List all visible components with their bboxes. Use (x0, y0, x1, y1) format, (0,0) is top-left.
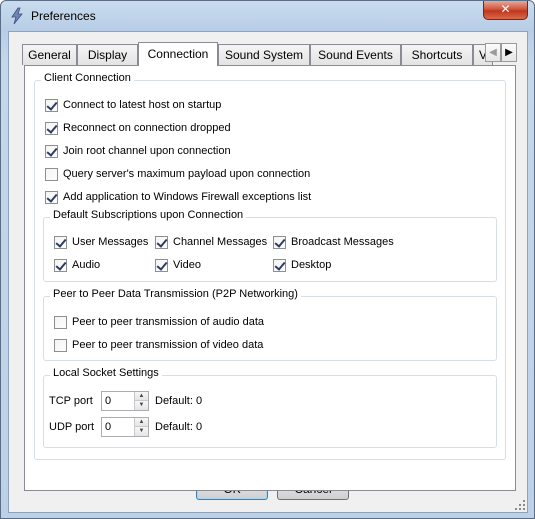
checkbox-label: Desktop (291, 259, 332, 271)
tab-label: Sound System (224, 48, 304, 62)
window-title: Preferences (31, 9, 96, 23)
checkbox-label: Add application to Windows Firewall exce… (63, 191, 312, 203)
checkbox-label: Connect to latest host on startup (63, 99, 222, 111)
tab-label: Display (87, 48, 128, 62)
tab-scroll-left-icon[interactable]: ◀ (485, 43, 501, 62)
tcp-port-spinbox[interactable]: 0 ▲ ▼ (101, 391, 149, 411)
checkbox-box[interactable] (45, 190, 58, 204)
close-icon: ✕ (500, 2, 511, 16)
spin-up-icon[interactable]: ▲ (134, 392, 148, 401)
tab-general[interactable]: General (22, 44, 77, 65)
checkbox-label: Reconnect on connection dropped (63, 122, 231, 134)
checkbox-label: Peer to peer transmission of video data (72, 339, 264, 351)
udp-port-row: UDP port 0 ▲ ▼ Default: 0 (49, 417, 202, 437)
sub-video-checkbox[interactable]: Video (155, 257, 201, 273)
tab-label: General (28, 48, 71, 62)
app-icon (11, 7, 23, 25)
checkbox-box[interactable] (155, 258, 168, 272)
query-max-payload-checkbox[interactable]: Query server's maximum payload upon conn… (45, 166, 310, 182)
udp-port-default: Default: 0 (155, 421, 203, 433)
checkbox-label: Broadcast Messages (291, 236, 394, 248)
udp-port-spinbox[interactable]: 0 ▲ ▼ (101, 417, 149, 437)
checkbox-box[interactable] (45, 98, 58, 112)
local-socket-group: Local Socket Settings TCP port 0 ▲ ▼ Def… (43, 367, 497, 448)
checkbox-label: Video (173, 259, 201, 271)
checkbox-box[interactable] (273, 235, 286, 249)
close-button[interactable]: ✕ (483, 1, 528, 20)
p2p-video-checkbox[interactable]: Peer to peer transmission of video data (54, 337, 263, 353)
client-connection-group: Client Connection Connect to latest host… (34, 72, 506, 460)
checkbox-box[interactable] (273, 258, 286, 272)
checkbox-label: Query server's maximum payload upon conn… (63, 168, 311, 180)
checkbox-box[interactable] (45, 144, 58, 158)
sub-broadcast-messages-checkbox[interactable]: Broadcast Messages (273, 234, 394, 250)
tab-sound-events[interactable]: Sound Events (310, 44, 401, 65)
checkbox-box[interactable] (54, 258, 67, 272)
tab-connection[interactable]: Connection (138, 42, 218, 66)
checkbox-label: User Messages (72, 236, 149, 248)
sub-audio-checkbox[interactable]: Audio (54, 257, 100, 273)
tab-shortcuts[interactable]: Shortcuts (401, 44, 473, 65)
tcp-port-default: Default: 0 (155, 395, 203, 407)
tcp-port-value[interactable]: 0 (105, 395, 111, 407)
tab-sound-system[interactable]: Sound System (218, 44, 310, 65)
tab-scroll-right-icon[interactable]: ▶ (501, 43, 517, 62)
local-socket-legend: Local Socket Settings (50, 367, 162, 379)
default-subscriptions-group: Default Subscriptions upon Connection Us… (43, 209, 497, 282)
spin-down-icon[interactable]: ▼ (134, 427, 148, 436)
sub-user-messages-checkbox[interactable]: User Messages (54, 234, 148, 250)
tab-display[interactable]: Display (77, 44, 138, 65)
join-root-channel-checkbox[interactable]: Join root channel upon connection (45, 143, 231, 159)
dialog-body: General Display Connection Sound System … (8, 31, 528, 513)
checkbox-box[interactable] (54, 315, 67, 329)
checkbox-box[interactable] (45, 167, 58, 181)
resize-grip-icon[interactable] (515, 500, 525, 510)
checkbox-box[interactable] (45, 121, 58, 135)
tab-label: Shortcuts (411, 48, 463, 62)
tab-label: Sound Events (318, 48, 393, 62)
connect-latest-host-checkbox[interactable]: Connect to latest host on startup (45, 97, 221, 113)
spin-up-icon[interactable]: ▲ (134, 418, 148, 427)
tcp-port-row: TCP port 0 ▲ ▼ Default: 0 (49, 391, 202, 411)
tab-label: Connection (147, 47, 209, 61)
sub-channel-messages-checkbox[interactable]: Channel Messages (155, 234, 267, 250)
spin-down-icon[interactable]: ▼ (134, 401, 148, 410)
preferences-window: Preferences ✕ General Display Connection… (0, 0, 535, 519)
reconnect-dropped-checkbox[interactable]: Reconnect on connection dropped (45, 120, 231, 136)
tab-scroll-arrows: ◀ ▶ (485, 43, 517, 62)
p2p-audio-checkbox[interactable]: Peer to peer transmission of audio data (54, 314, 264, 330)
udp-port-value[interactable]: 0 (105, 421, 111, 433)
udp-port-label: UDP port (49, 421, 95, 433)
connection-tab-panel: Client Connection Connect to latest host… (24, 65, 516, 491)
sub-desktop-checkbox[interactable]: Desktop (273, 257, 331, 273)
checkbox-box[interactable] (54, 235, 67, 249)
checkbox-label: Audio (72, 259, 101, 271)
title-bar[interactable]: Preferences ✕ (1, 1, 534, 31)
checkbox-box[interactable] (155, 235, 168, 249)
client-connection-legend: Client Connection (41, 72, 134, 84)
firewall-exception-checkbox[interactable]: Add application to Windows Firewall exce… (45, 189, 311, 205)
checkbox-label: Channel Messages (173, 236, 268, 248)
checkbox-box[interactable] (54, 338, 67, 352)
p2p-group: Peer to Peer Data Transmission (P2P Netw… (43, 288, 497, 361)
tcp-port-label: TCP port (49, 395, 93, 407)
checkbox-label: Join root channel upon connection (63, 145, 231, 157)
checkbox-label: Peer to peer transmission of audio data (72, 316, 265, 328)
default-subscriptions-legend: Default Subscriptions upon Connection (50, 209, 247, 221)
p2p-legend: Peer to Peer Data Transmission (P2P Netw… (50, 288, 301, 300)
